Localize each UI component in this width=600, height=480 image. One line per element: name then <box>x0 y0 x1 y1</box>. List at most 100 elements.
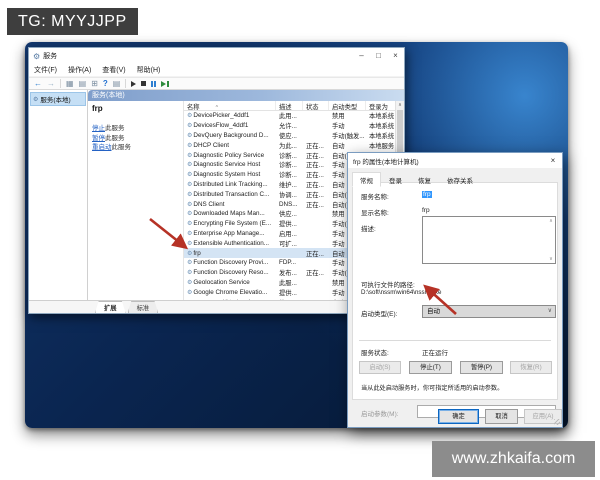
tab-standard[interactable]: 标准 <box>127 301 159 313</box>
description-label: 描述: <box>361 226 376 233</box>
dialog-tab-strip: 常规 登录 恢复 依存关系 <box>348 172 562 187</box>
service-name-value: frp <box>422 191 432 198</box>
service-row[interactable]: ⚙DHCP Client 为此... 正在... 自动 本地服务 <box>184 140 395 150</box>
frp-properties-dialog: frp 的属性(本地计算机) × 常规 登录 恢复 依存关系 服务名称: frp… <box>347 152 563 428</box>
service-gear-icon: ⚙ <box>187 152 193 159</box>
toolbar-separator <box>60 79 61 88</box>
stop-button[interactable]: 停止(T) <box>409 361 452 374</box>
service-status-label: 服务状态: <box>361 350 389 357</box>
results-banner: 服务(本地) <box>88 90 404 101</box>
list-header: 名称 ^ 描述 状态 启动类型 登录为 <box>184 101 404 111</box>
stop-service-icon[interactable] <box>141 81 147 86</box>
tab-extended[interactable]: 扩展 <box>95 301 126 313</box>
service-gear-icon: ⚙ <box>187 123 193 130</box>
textarea-scroll-up-icon[interactable]: ∧ <box>548 218 554 224</box>
minimize-button[interactable]: – <box>353 48 370 64</box>
service-gear-icon: ⚙ <box>187 211 193 218</box>
description-textarea[interactable]: ∧ ∨ <box>422 216 556 264</box>
selected-service-name: frp <box>92 104 103 113</box>
separator <box>359 340 551 341</box>
toolbar-separator <box>125 79 127 88</box>
service-gear-icon: ⚙ <box>187 279 193 286</box>
pause-service-link[interactable]: 暂停此服务 <box>92 134 183 144</box>
tg-badge: TG: MYYJJPP <box>7 8 138 35</box>
dialog-close-icon[interactable]: × <box>544 156 562 165</box>
startup-params-label: 启动参数(M): <box>361 411 399 418</box>
close-button[interactable]: × <box>387 48 404 64</box>
view-menu-icon[interactable]: ▤ <box>113 78 121 89</box>
services-node-icon: ⚙ <box>33 96 39 103</box>
menu-file[interactable]: 文件(F) <box>34 65 57 75</box>
service-row[interactable]: ⚙DevQuery Background D... 使应... 手动(触发...… <box>184 131 395 141</box>
startup-type-dropdown[interactable]: 自动 ∨ <box>422 305 556 318</box>
console-tree-icon[interactable]: ▦ <box>66 78 74 89</box>
pause-service-icon[interactable] <box>151 80 157 87</box>
service-gear-icon: ⚙ <box>187 221 193 228</box>
service-gear-icon: ⚙ <box>187 240 193 247</box>
display-name-value: frp <box>422 207 430 214</box>
service-gear-icon: ⚙ <box>187 201 193 208</box>
restart-service-icon[interactable] <box>161 80 169 87</box>
start-service-icon[interactable] <box>131 80 137 87</box>
service-gear-icon: ⚙ <box>187 230 193 237</box>
restart-service-link[interactable]: 重启动此服务 <box>92 143 183 153</box>
service-status-value: 正在运行 <box>422 350 448 357</box>
display-name-label: 显示名称: <box>361 210 389 217</box>
toolbar: ← → ▦ ▤ ⊞ ? ▤ <box>29 77 404 90</box>
service-gear-icon: ⚙ <box>187 270 193 277</box>
menu-help[interactable]: 帮助(H) <box>137 65 161 75</box>
service-row[interactable]: ⚙DevicePicker_4ddf1 此用... 禁用 本地系统 <box>184 111 395 121</box>
tab-logon[interactable]: 登录 <box>381 172 410 187</box>
column-header-name[interactable]: 名称 ^ <box>184 101 276 110</box>
help-icon[interactable]: ? <box>103 78 108 89</box>
forward-icon[interactable]: → <box>47 78 55 89</box>
services-titlebar: ⚙ 服务 – □ × <box>29 48 404 64</box>
service-gear-icon: ⚙ <box>187 142 193 149</box>
export-list-icon[interactable]: ▤ <box>79 78 87 89</box>
menu-action[interactable]: 操作(A) <box>68 65 91 75</box>
column-header-startup-type[interactable]: 启动类型 <box>329 101 366 110</box>
dialog-titlebar: frp 的属性(本地计算机) × <box>348 153 562 168</box>
exe-path-label: 可执行文件的路径: <box>361 282 415 289</box>
ok-button[interactable]: 确定 <box>438 409 479 424</box>
tab-general[interactable]: 常规 <box>352 172 381 187</box>
stop-service-link[interactable]: 停止此服务 <box>92 124 183 134</box>
textarea-scroll-down-icon[interactable]: ∨ <box>548 256 554 262</box>
startup-type-label: 启动类型(E): <box>361 311 398 318</box>
service-gear-icon: ⚙ <box>187 113 193 120</box>
service-gear-icon: ⚙ <box>187 162 193 169</box>
service-gear-icon: ⚙ <box>187 172 193 179</box>
screenshot-stage: TG: MYYJJPP ⚙ 服务 – □ × 文件(F) 操作(A) 查看(V)… <box>0 0 600 480</box>
services-window-title: 服务 <box>43 53 58 60</box>
menu-view[interactable]: 查看(V) <box>102 65 125 75</box>
resume-button: 恢复(R) <box>510 361 552 374</box>
tab-recovery[interactable]: 恢复 <box>410 172 439 187</box>
column-header-status[interactable]: 状态 <box>303 101 329 110</box>
tab-dependencies[interactable]: 依存关系 <box>439 172 481 187</box>
sort-asc-icon: ^ <box>215 105 218 110</box>
service-name-label: 服务名称: <box>361 194 389 201</box>
scroll-up-icon[interactable]: ∧ <box>396 101 404 109</box>
dropdown-arrow-icon: ∨ <box>547 308 552 314</box>
pause-button[interactable]: 暂停(P) <box>460 361 503 374</box>
service-gear-icon: ⚙ <box>187 132 193 139</box>
cancel-button[interactable]: 取消 <box>485 409 518 424</box>
tree-item-services-local[interactable]: ⚙ 服务(本地) <box>30 92 86 106</box>
service-row[interactable]: ⚙DevicesFlow_4ddf1 允许... 手动 本地系统 <box>184 121 395 131</box>
watermark: www.zhkaifa.com <box>432 441 595 477</box>
exe-path-value: D:\soft\nssm\win64\nssm.exe <box>361 289 442 296</box>
startup-params-hint: 当从此处启动服务时，你可指定所适用的启动参数。 <box>361 385 504 392</box>
console-tree-pane: ⚙ 服务(本地) <box>29 90 88 300</box>
properties-icon[interactable]: ⊞ <box>91 78 98 89</box>
resize-grip[interactable] <box>554 419 560 425</box>
service-gear-icon: ⚙ <box>187 260 193 267</box>
back-icon[interactable]: ← <box>34 78 42 89</box>
extended-info-panel: frp 停止此服务 暂停此服务 重启动此服务 <box>88 101 184 300</box>
services-app-icon: ⚙ <box>33 51 41 61</box>
maximize-button[interactable]: □ <box>370 48 387 64</box>
service-gear-icon: ⚙ <box>187 181 193 188</box>
service-gear-icon: ⚙ <box>187 191 193 198</box>
menu-bar: 文件(F) 操作(A) 查看(V) 帮助(H) <box>29 64 404 77</box>
column-header-description[interactable]: 描述 <box>276 101 303 110</box>
dialog-title: frp 的属性(本地计算机) <box>353 158 419 166</box>
